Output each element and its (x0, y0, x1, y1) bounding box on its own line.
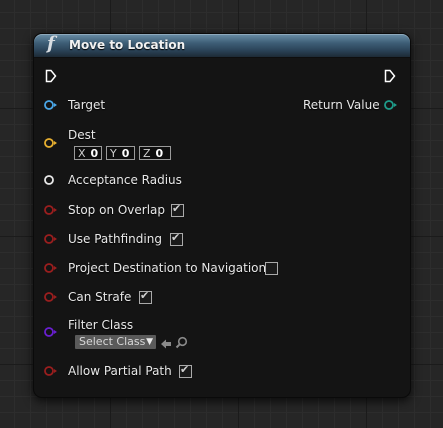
function-icon: f (47, 33, 55, 54)
stop-on-overlap-checkbox[interactable]: ✔ (171, 202, 184, 217)
acceptance-radius-label: Acceptance Radius (68, 173, 182, 187)
y-axis-label: Y (110, 147, 117, 160)
dest-pin[interactable] (44, 137, 58, 149)
x-value: 0 (90, 147, 99, 160)
exec-out-arrow-icon (384, 69, 396, 83)
allow-partial-path-pin[interactable] (44, 365, 58, 377)
stop-on-overlap-pin[interactable] (44, 204, 58, 216)
vector-pin-icon (44, 138, 57, 148)
object-pin-icon (44, 100, 57, 110)
can-strafe-label: Can Strafe (68, 290, 132, 304)
use-selected-arrow-icon[interactable] (160, 335, 172, 354)
checkmark-icon: ✔ (171, 231, 181, 244)
use-pathfinding-label: Use Pathfinding (68, 232, 162, 246)
use-pathfinding-pin[interactable] (44, 233, 58, 245)
use-pathfinding-checkbox[interactable]: ✔ (170, 231, 183, 246)
node-header[interactable]: f Move to Location (34, 33, 410, 58)
target-pin[interactable] (44, 99, 58, 111)
select-class-value: Select Class (79, 335, 146, 348)
exec-output-pin[interactable] (384, 69, 396, 83)
filter-class-pin[interactable] (44, 326, 58, 338)
dest-x-field[interactable]: X0 (74, 146, 102, 160)
acceptance-radius-pin[interactable] (44, 174, 58, 186)
bool-pin-icon (44, 263, 57, 273)
dest-y-field[interactable]: Y0 (106, 146, 135, 160)
bool-pin-icon (44, 205, 57, 215)
y-value: 0 (121, 147, 130, 160)
bool-pin-icon (44, 366, 57, 376)
project-destination-label: Project Destination to Navigation (68, 261, 267, 275)
move-to-location-node[interactable]: f Move to Location Target Return Value D… (33, 33, 411, 398)
allow-partial-path-checkbox[interactable]: ✔ (179, 363, 192, 378)
filter-class-label: Filter Class (68, 318, 134, 332)
dropdown-arrow-icon: ▼ (146, 337, 153, 347)
checkmark-icon: ✔ (180, 363, 190, 376)
select-class-dropdown[interactable]: Select Class ▼ (75, 335, 156, 349)
dest-label: Dest (68, 128, 96, 142)
return-value-pin[interactable] (384, 99, 398, 111)
project-destination-pin[interactable] (44, 262, 58, 274)
exec-in-arrow-icon (45, 69, 57, 83)
target-label: Target (68, 98, 106, 112)
node-title: Move to Location (69, 38, 186, 52)
project-destination-checkbox[interactable] (265, 262, 278, 275)
exec-input-pin[interactable] (45, 69, 57, 83)
bool-pin-icon (44, 292, 57, 302)
enum-pin-icon (384, 100, 397, 110)
stop-on-overlap-label: Stop on Overlap (68, 203, 166, 217)
checkmark-icon: ✔ (140, 289, 150, 302)
z-value: 0 (155, 147, 164, 160)
class-pin-icon (44, 327, 57, 337)
checkmark-icon: ✔ (172, 202, 182, 215)
x-axis-label: X (78, 147, 86, 160)
bool-pin-icon (44, 234, 57, 244)
z-axis-label: Z (143, 147, 151, 160)
dest-z-field[interactable]: Z0 (139, 146, 171, 160)
return-value-label: Return Value (303, 98, 380, 112)
can-strafe-pin[interactable] (44, 291, 58, 303)
browse-search-icon[interactable] (175, 334, 188, 353)
allow-partial-path-label: Allow Partial Path (68, 364, 172, 378)
float-pin-icon (44, 175, 54, 185)
can-strafe-checkbox[interactable]: ✔ (139, 289, 152, 304)
